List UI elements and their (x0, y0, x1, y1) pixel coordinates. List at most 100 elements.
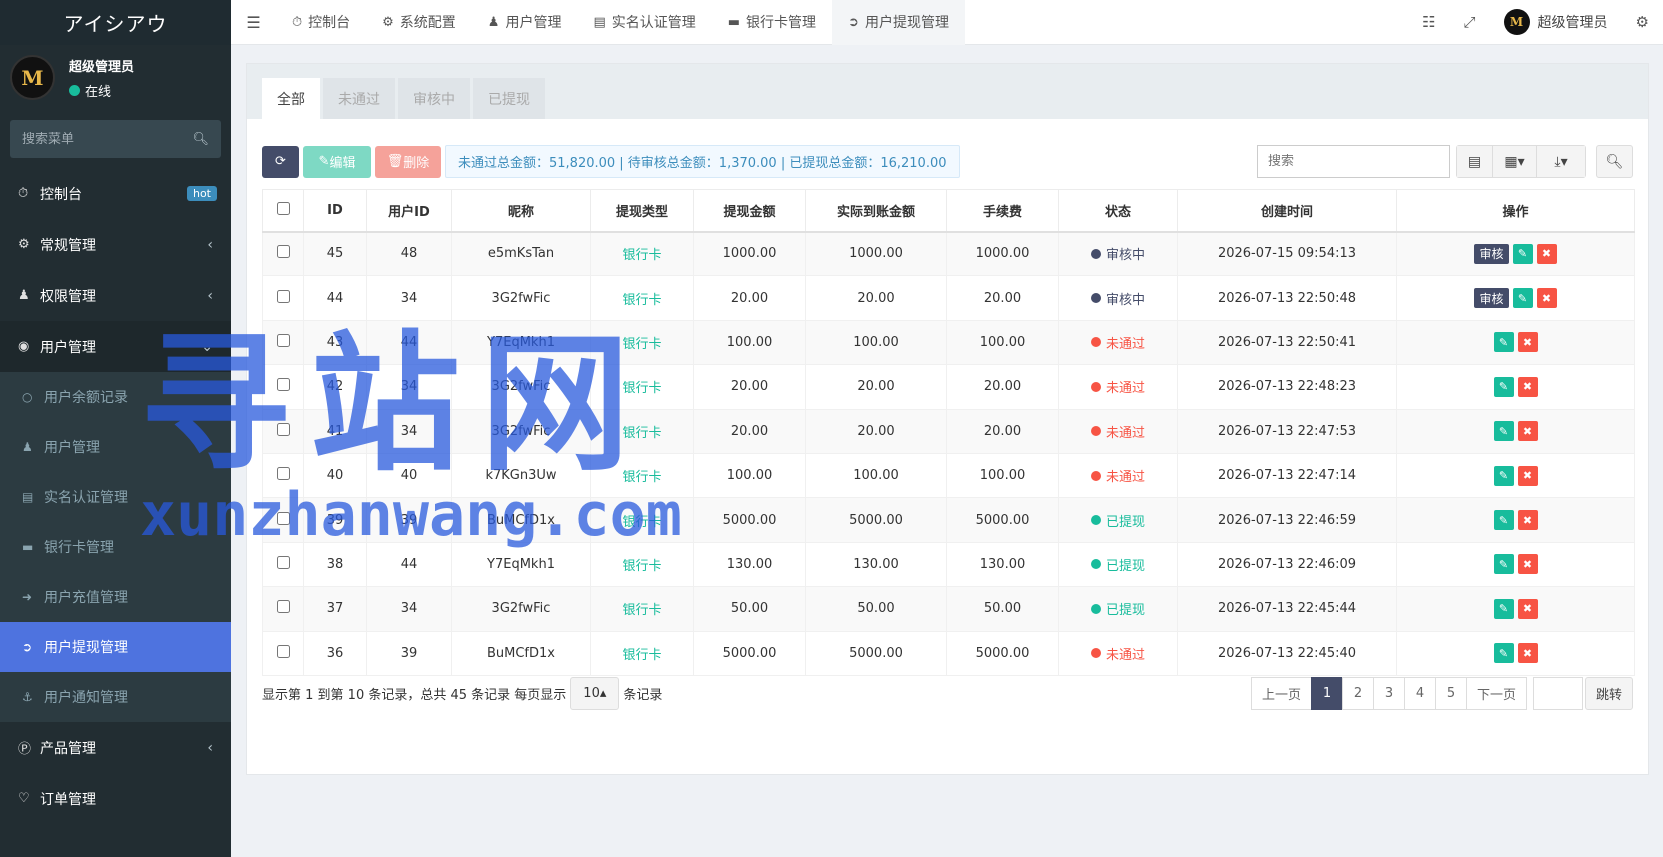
jump-button[interactable]: 跳转 (1584, 677, 1633, 710)
sidebar-item-dashboard[interactable]: ⏱ 控制台 hot (0, 168, 231, 219)
sidebar-subitem-withdraw[interactable]: ➲ 用户提现管理 (0, 622, 231, 672)
sidebar-subitem-bankcard[interactable]: ▬ 银行卡管理 (0, 522, 231, 572)
row-checkbox[interactable] (276, 245, 290, 259)
row-checkbox[interactable] (276, 378, 290, 392)
export-button[interactable]: ⤓▾ (1537, 146, 1585, 177)
row-delete-button[interactable]: ✖ (1517, 332, 1538, 353)
page-4[interactable]: 4 (1403, 677, 1436, 710)
toggle-view-button[interactable]: ▤ (1457, 146, 1493, 177)
row-delete-button[interactable]: ✖ (1517, 554, 1538, 575)
tab-rejected[interactable]: 未通过 (323, 78, 395, 119)
delete-button[interactable]: 🗑︎ 删除 (375, 145, 441, 178)
top-user-menu[interactable]: M 超级管理员 (1490, 9, 1622, 35)
col-id[interactable]: ID (303, 189, 367, 233)
fullscreen-icon[interactable]: ⤢ (1450, 13, 1490, 31)
col-created[interactable]: 创建时间 (1177, 189, 1397, 233)
tab-system-config[interactable]: ⚙ 系统配置 (366, 0, 472, 45)
row-checkbox[interactable] (276, 467, 290, 481)
menu-toggle-icon[interactable]: ☰ (231, 13, 276, 32)
table-search-input[interactable] (1268, 154, 1439, 169)
search-icon[interactable]: 🔍︎ (192, 132, 209, 147)
row-checkbox[interactable] (276, 333, 290, 347)
columns-button[interactable]: ▦▾ (1493, 146, 1537, 177)
tab-user-manage[interactable]: ♟ 用户管理 (472, 0, 578, 45)
col-fee[interactable]: 手续费 (946, 189, 1059, 233)
row-delete-button[interactable]: ✖ (1517, 510, 1538, 531)
sidebar-subitem-users[interactable]: ♟ 用户管理 (0, 422, 231, 472)
sidebar-item-general[interactable]: ⚙ 常规管理 ‹ (0, 219, 231, 270)
col-status[interactable]: 状态 (1058, 189, 1178, 233)
prev-page-button[interactable]: 上一页 (1250, 677, 1312, 710)
row-checkbox[interactable] (276, 422, 290, 436)
page-size-select[interactable]: 10 ▴ (570, 677, 620, 710)
col-actual[interactable]: 实际到账金额 (805, 189, 947, 233)
table-row[interactable]: 36 39 BuMCfD1x 银行卡 5000.00 5000.00 5000.00 未通过 2… (262, 630, 1635, 676)
tab-withdraw[interactable]: ➲ 用户提现管理 (832, 0, 965, 45)
row-edit-button[interactable]: ✎ (1493, 598, 1514, 619)
row-checkbox[interactable] (276, 289, 290, 303)
row-delete-button[interactable]: ✖ (1517, 643, 1538, 664)
col-amount[interactable]: 提现金额 (693, 189, 806, 233)
next-page-button[interactable]: 下一页 (1465, 677, 1527, 710)
col-type[interactable]: 提现类型 (590, 189, 694, 233)
row-edit-button[interactable]: ✎ (1493, 465, 1514, 486)
sidebar-subitem-notify[interactable]: ⚓ 用户通知管理 (0, 672, 231, 722)
edit-button[interactable]: ✎ 编辑 (303, 145, 371, 178)
table-row[interactable]: 42 34 3G2fwFic 银行卡 20.00 20.00 20.00 未通过 2026-07… (262, 364, 1635, 410)
sidebar-item-product[interactable]: Ⓟ 产品管理 ‹ (0, 722, 231, 773)
page-2[interactable]: 2 (1341, 677, 1374, 710)
row-checkbox[interactable] (276, 555, 290, 569)
tab-dashboard[interactable]: ⏱ 控制台 (276, 0, 366, 45)
row-edit-button[interactable]: ✎ (1493, 643, 1514, 664)
sidebar-item-orders[interactable]: ♡ 订单管理 (0, 773, 231, 824)
audit-button[interactable]: 审核 (1474, 288, 1509, 309)
translate-icon[interactable]: ☷ (1408, 13, 1449, 31)
row-delete-button[interactable]: ✖ (1536, 288, 1557, 309)
row-edit-button[interactable]: ✎ (1493, 510, 1514, 531)
table-row[interactable]: 38 44 Y7EqMkh1 银行卡 130.00 130.00 130.00 已提现 2026… (262, 541, 1635, 588)
table-row[interactable]: 43 44 Y7EqMkh1 银行卡 100.00 100.00 100.00 未通过 2026… (262, 319, 1635, 366)
row-edit-button[interactable]: ✎ (1512, 243, 1533, 264)
row-edit-button[interactable]: ✎ (1493, 421, 1514, 442)
row-delete-button[interactable]: ✖ (1517, 421, 1538, 442)
table-row[interactable]: 44 34 3G2fwFic 银行卡 20.00 20.00 20.00 审核中 2026-07… (262, 275, 1635, 321)
gears-icon[interactable]: ⚙ (1622, 13, 1663, 31)
brand-logo[interactable]: アイシアウ (0, 0, 231, 45)
sidebar-item-user[interactable]: ◉ 用户管理 ⌄ (0, 321, 231, 372)
table-row[interactable]: 45 48 e5mKsTan 银行卡 1000.00 1000.00 1000.00 审核中 2… (262, 230, 1635, 277)
row-delete-button[interactable]: ✖ (1517, 376, 1538, 397)
row-edit-button[interactable]: ✎ (1512, 288, 1533, 309)
row-edit-button[interactable]: ✎ (1493, 376, 1514, 397)
row-delete-button[interactable]: ✖ (1517, 465, 1538, 486)
select-all-checkbox[interactable] (276, 201, 290, 215)
table-row[interactable]: 41 34 3G2fwFic 银行卡 20.00 20.00 20.00 未通过 2026-07… (262, 408, 1635, 454)
audit-button[interactable]: 审核 (1474, 243, 1509, 264)
row-checkbox[interactable] (276, 644, 290, 658)
row-checkbox[interactable] (276, 600, 290, 614)
advanced-search-button[interactable]: 🔍︎ (1596, 145, 1633, 178)
table-row[interactable]: 40 40 k7KGn3Uw 银行卡 100.00 100.00 100.00 未通过 2026… (262, 452, 1635, 499)
tab-reviewing[interactable]: 审核中 (398, 78, 470, 119)
sidebar-item-auth[interactable]: ♟ 权限管理 ‹ (0, 270, 231, 321)
page-5[interactable]: 5 (1434, 677, 1467, 710)
page-3[interactable]: 3 (1372, 677, 1405, 710)
tab-withdrawn[interactable]: 已提现 (473, 78, 545, 119)
page-1[interactable]: 1 (1310, 677, 1343, 710)
tab-all[interactable]: 全部 (262, 78, 320, 119)
row-edit-button[interactable]: ✎ (1493, 554, 1514, 575)
jump-page-input[interactable] (1532, 677, 1583, 710)
col-nickname[interactable]: 昵称 (451, 189, 591, 233)
sidebar-subitem-balance-log[interactable]: ○ 用户余额记录 (0, 372, 231, 422)
row-edit-button[interactable]: ✎ (1493, 332, 1514, 353)
row-delete-button[interactable]: ✖ (1536, 243, 1557, 264)
tab-bankcard[interactable]: ▬ 银行卡管理 (712, 0, 832, 45)
sidebar-search-input[interactable] (22, 131, 182, 147)
table-row[interactable]: 37 34 3G2fwFic 银行卡 50.00 50.00 50.00 已提现 2026-07… (262, 586, 1635, 632)
col-user-id[interactable]: 用户ID (366, 189, 452, 233)
sidebar-subitem-realname[interactable]: ▤ 实名认证管理 (0, 472, 231, 522)
row-delete-button[interactable]: ✖ (1517, 598, 1538, 619)
table-row[interactable]: 39 39 BuMCfD1x 银行卡 5000.00 5000.00 5000.00 已提现 2… (262, 497, 1635, 543)
row-checkbox[interactable] (276, 511, 290, 525)
tab-realname[interactable]: ▤ 实名认证管理 (577, 0, 711, 45)
sidebar-subitem-recharge[interactable]: ➜ 用户充值管理 (0, 572, 231, 622)
